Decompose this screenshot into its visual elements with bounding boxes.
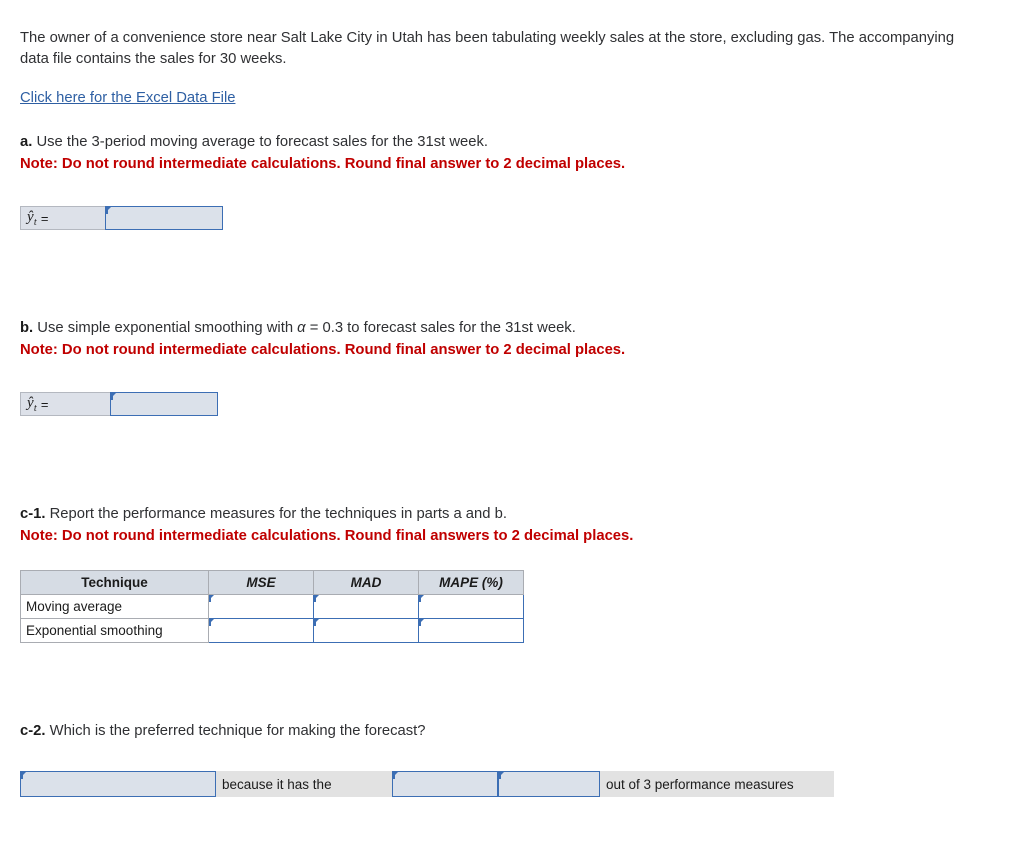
input-moving-average-mape[interactable] — [418, 594, 524, 619]
part-c1-note: Note: Do not round intermediate calculat… — [20, 528, 634, 544]
select-measure-count[interactable] — [498, 771, 600, 797]
excel-link-row: Click here for the Excel Data File — [20, 90, 1004, 106]
part-c2-marker: c-2. — [20, 723, 46, 739]
part-a-block: a. Use the 3-period moving average to fo… — [20, 132, 1004, 230]
part-b-note: Note: Do not round intermediate calculat… — [20, 342, 626, 358]
question-page: The owner of a convenience store near Sa… — [0, 0, 1024, 797]
column-header-technique: Technique — [20, 570, 209, 595]
c2-static-text-2: out of 3 performance measures — [600, 771, 834, 797]
input-moving-average-mse[interactable] — [208, 594, 314, 619]
part-a-marker: a. — [20, 134, 33, 150]
table-header-row: Technique MSE MAD MAPE (%) — [20, 570, 524, 595]
equals-sign: = — [40, 210, 49, 226]
part-b-prompt-text-after: = 0.3 to forecast sales for the 31st wee… — [305, 320, 576, 336]
column-header-mape: MAPE (%) — [418, 570, 524, 595]
c2-static-text-1: because it has the — [216, 771, 392, 797]
part-c2-prompt-text: Which is the preferred technique for mak… — [45, 723, 426, 739]
table-row: Exponential smoothing — [20, 618, 524, 643]
input-moving-average-mad[interactable] — [313, 594, 419, 619]
part-c1-prompt-text: Report the performance measures for the … — [45, 506, 507, 522]
column-header-mse: MSE — [208, 570, 314, 595]
part-b-prompt: b. Use simple exponential smoothing with… — [20, 318, 1004, 338]
part-c1-marker: c-1. — [20, 506, 46, 522]
comment-flag-icon — [314, 595, 319, 602]
comment-flag-icon — [499, 772, 504, 779]
table-row: Moving average — [20, 594, 524, 619]
input-exponential-smoothing-mad[interactable] — [313, 618, 419, 643]
comment-flag-icon — [419, 619, 424, 626]
comment-flag-icon — [419, 595, 424, 602]
y-hat-symbol: ŷt — [27, 208, 37, 228]
part-a-note: Note: Do not round intermediate calculat… — [20, 156, 626, 172]
alpha-symbol: α — [297, 320, 306, 336]
comment-flag-icon — [21, 772, 26, 779]
part-b-answer-label: ŷt = — [20, 392, 110, 416]
part-c1-block: c-1. Report the performance measures for… — [20, 504, 1004, 643]
intro-paragraph: The owner of a convenience store near Sa… — [20, 30, 955, 67]
row-label-exponential-smoothing: Exponential smoothing — [20, 618, 209, 643]
comment-flag-icon — [106, 207, 111, 214]
comment-flag-icon — [111, 393, 116, 400]
part-b-marker: b. — [20, 320, 34, 336]
part-a-answer-row: ŷt = — [20, 206, 223, 230]
comment-flag-icon — [314, 619, 319, 626]
part-a-answer-label: ŷt = — [20, 206, 105, 230]
performance-measures-table: Technique MSE MAD MAPE (%) Moving averag… — [20, 570, 524, 643]
input-exponential-smoothing-mse[interactable] — [208, 618, 314, 643]
part-b-answer-row: ŷt = — [20, 392, 218, 416]
column-header-mad: MAD — [313, 570, 419, 595]
part-a-prompt-text: Use the 3-period moving average to forec… — [32, 134, 488, 150]
part-c2-answer-strip: because it has the out of 3 performance … — [20, 771, 834, 797]
row-label-moving-average: Moving average — [20, 594, 209, 619]
y-hat-symbol: ŷt — [27, 394, 37, 414]
equals-sign: = — [40, 396, 49, 412]
part-c2-block: c-2. Which is the preferred technique fo… — [20, 721, 1004, 797]
comment-flag-icon — [393, 772, 398, 779]
excel-data-file-link[interactable]: Click here for the Excel Data File — [20, 90, 235, 106]
part-b-prompt-text-before: Use simple exponential smoothing with — [33, 320, 298, 336]
part-b-block: b. Use simple exponential smoothing with… — [20, 318, 1004, 416]
comment-flag-icon — [209, 619, 214, 626]
part-c2-prompt: c-2. Which is the preferred technique fo… — [20, 721, 1004, 741]
part-b-answer-input[interactable] — [110, 392, 218, 416]
part-a-prompt: a. Use the 3-period moving average to fo… — [20, 132, 1004, 152]
input-exponential-smoothing-mape[interactable] — [418, 618, 524, 643]
select-measure-comparison[interactable] — [392, 771, 498, 797]
part-c1-prompt: c-1. Report the performance measures for… — [20, 504, 1004, 524]
part-a-answer-input[interactable] — [105, 206, 223, 230]
select-preferred-technique[interactable] — [20, 771, 216, 797]
comment-flag-icon — [209, 595, 214, 602]
